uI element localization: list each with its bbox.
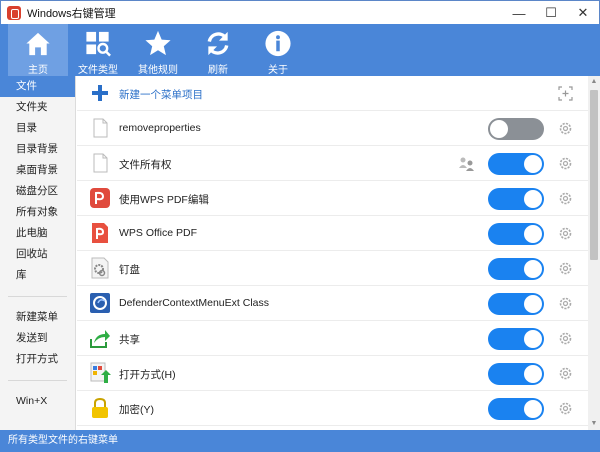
menu-row-label: 共享 xyxy=(119,334,140,346)
window-title: Windows右键管理 xyxy=(27,7,116,20)
title-bar: Windows右键管理 — ☐ ✕ xyxy=(0,0,600,24)
dingpan-icon xyxy=(91,257,109,279)
gear-icon[interactable] xyxy=(558,401,573,416)
menu-row-defender: DefenderContextMenuExt Class xyxy=(77,286,588,321)
refresh-icon xyxy=(207,31,229,56)
gear-icon[interactable] xyxy=(558,296,573,311)
tab-about[interactable]: 关于 xyxy=(248,24,308,76)
menu-row-wps-pdf-edit: 使用WPS PDF编辑 xyxy=(77,181,588,216)
sidebar: 文件 文件夹 目录 目录背景 桌面背景 磁盘分区 所有对象 此电脑 回收站 库 … xyxy=(0,76,76,430)
menu-row-dingpan: 钉盘 xyxy=(77,251,588,286)
enable-toggle[interactable] xyxy=(488,258,544,280)
enable-toggle[interactable] xyxy=(488,363,544,385)
sidebar-item-winx[interactable]: Win+X xyxy=(0,391,75,412)
sidebar-item-this-pc[interactable]: 此电脑 xyxy=(0,223,75,244)
sidebar-item-file[interactable]: 文件 xyxy=(0,76,75,97)
plus-icon xyxy=(92,85,108,101)
enable-toggle[interactable] xyxy=(488,328,544,350)
sidebar-item-recycle-bin[interactable]: 回收站 xyxy=(0,244,75,265)
menu-row-file-ownership: 文件所有权 xyxy=(77,146,588,181)
menu-row-label: WPS Office PDF xyxy=(119,227,197,239)
vertical-scrollbar[interactable]: ▲ ▼ xyxy=(588,76,600,430)
menu-row-label: 文件所有权 xyxy=(119,159,172,171)
sidebar-item-directory[interactable]: 目录 xyxy=(0,118,75,139)
enable-toggle[interactable] xyxy=(488,153,544,175)
share-icon xyxy=(90,330,110,348)
tab-home[interactable]: 主页 xyxy=(8,24,68,76)
enable-toggle[interactable] xyxy=(488,223,544,245)
menu-row-open-with: 打开方式(H) xyxy=(77,356,588,391)
wps-pdf-icon xyxy=(90,188,110,208)
gear-icon[interactable] xyxy=(558,226,573,241)
blank-file-icon xyxy=(93,118,108,138)
wps-office-pdf-icon xyxy=(92,223,108,243)
tab-refresh[interactable]: 刷新 xyxy=(188,24,248,76)
menu-row-encrypt: 加密(Y) xyxy=(77,391,588,426)
tab-refresh-label: 刷新 xyxy=(208,65,228,76)
new-menu-item-label: 新建一个菜单项目 xyxy=(119,89,203,101)
menu-row-label: 加密(Y) xyxy=(119,404,154,416)
window-controls: — ☐ ✕ xyxy=(503,1,599,25)
menu-row-removeproperties: removeproperties xyxy=(77,111,588,146)
home-icon xyxy=(26,32,50,56)
scroll-down-arrow[interactable]: ▼ xyxy=(590,420,598,428)
scroll-thumb[interactable] xyxy=(590,90,598,260)
menu-row-share: 共享 xyxy=(77,321,588,356)
tab-home-label: 主页 xyxy=(28,65,48,76)
tab-about-label: 关于 xyxy=(268,65,288,76)
tab-other-rules-label: 其他规则 xyxy=(138,65,178,76)
enable-toggle[interactable] xyxy=(488,188,544,210)
sidebar-item-library[interactable]: 库 xyxy=(0,265,75,286)
lock-icon xyxy=(92,397,108,418)
gear-icon[interactable] xyxy=(558,331,573,346)
sidebar-item-folder[interactable]: 文件夹 xyxy=(0,97,75,118)
tab-file-types[interactable]: 文件类型 xyxy=(68,24,128,76)
sidebar-item-send-to[interactable]: 发送到 xyxy=(0,328,75,349)
menu-row-label: removeproperties xyxy=(119,122,201,134)
scroll-up-arrow[interactable]: ▲ xyxy=(590,78,598,86)
tab-other-rules[interactable]: 其他规则 xyxy=(128,24,188,76)
info-icon xyxy=(265,30,291,57)
defender-icon xyxy=(90,293,110,313)
admin-shield-icon xyxy=(459,157,474,171)
status-bar: 所有类型文件的右键菜单 xyxy=(0,430,600,452)
menu-item-list: 新建一个菜单项目 removeproperties 文件所有权 使用WPS PD… xyxy=(77,76,588,430)
gear-icon[interactable] xyxy=(558,191,573,206)
add-rule-icon[interactable] xyxy=(558,86,573,101)
sidebar-item-all-objects[interactable]: 所有对象 xyxy=(0,202,75,223)
enable-toggle[interactable] xyxy=(488,293,544,315)
maximize-button[interactable]: ☐ xyxy=(535,1,567,25)
menu-row-label: 打开方式(H) xyxy=(119,369,176,381)
open-with-icon xyxy=(90,362,111,383)
gear-icon[interactable] xyxy=(558,366,573,381)
new-menu-item-row[interactable]: 新建一个菜单项目 xyxy=(77,76,588,111)
main-toolbar: 主页 文件类型 其他规则 刷新 关于 xyxy=(0,24,600,76)
sidebar-item-desktop-background[interactable]: 桌面背景 xyxy=(0,160,75,181)
file-types-icon xyxy=(86,31,111,57)
enable-toggle[interactable] xyxy=(488,398,544,420)
sidebar-item-open-with[interactable]: 打开方式 xyxy=(0,349,75,370)
enable-toggle[interactable] xyxy=(488,118,544,140)
sidebar-divider xyxy=(8,296,67,297)
minimize-button[interactable]: — xyxy=(503,1,535,25)
sidebar-item-directory-background[interactable]: 目录背景 xyxy=(0,139,75,160)
menu-row-label: 使用WPS PDF编辑 xyxy=(119,194,209,206)
sidebar-divider xyxy=(8,380,67,381)
sidebar-item-new-menu[interactable]: 新建菜单 xyxy=(0,307,75,328)
star-icon xyxy=(145,30,171,56)
menu-row-wps-office-pdf: WPS Office PDF xyxy=(77,216,588,251)
blank-file-icon xyxy=(93,153,108,173)
close-button[interactable]: ✕ xyxy=(567,1,599,25)
tab-file-types-label: 文件类型 xyxy=(78,65,118,76)
gear-icon[interactable] xyxy=(558,156,573,171)
gear-icon[interactable] xyxy=(558,121,573,136)
gear-icon[interactable] xyxy=(558,261,573,276)
menu-row-label: DefenderContextMenuExt Class xyxy=(119,297,269,309)
app-icon xyxy=(7,5,21,20)
menu-row-label: 钉盘 xyxy=(119,264,140,276)
sidebar-item-drive[interactable]: 磁盘分区 xyxy=(0,181,75,202)
